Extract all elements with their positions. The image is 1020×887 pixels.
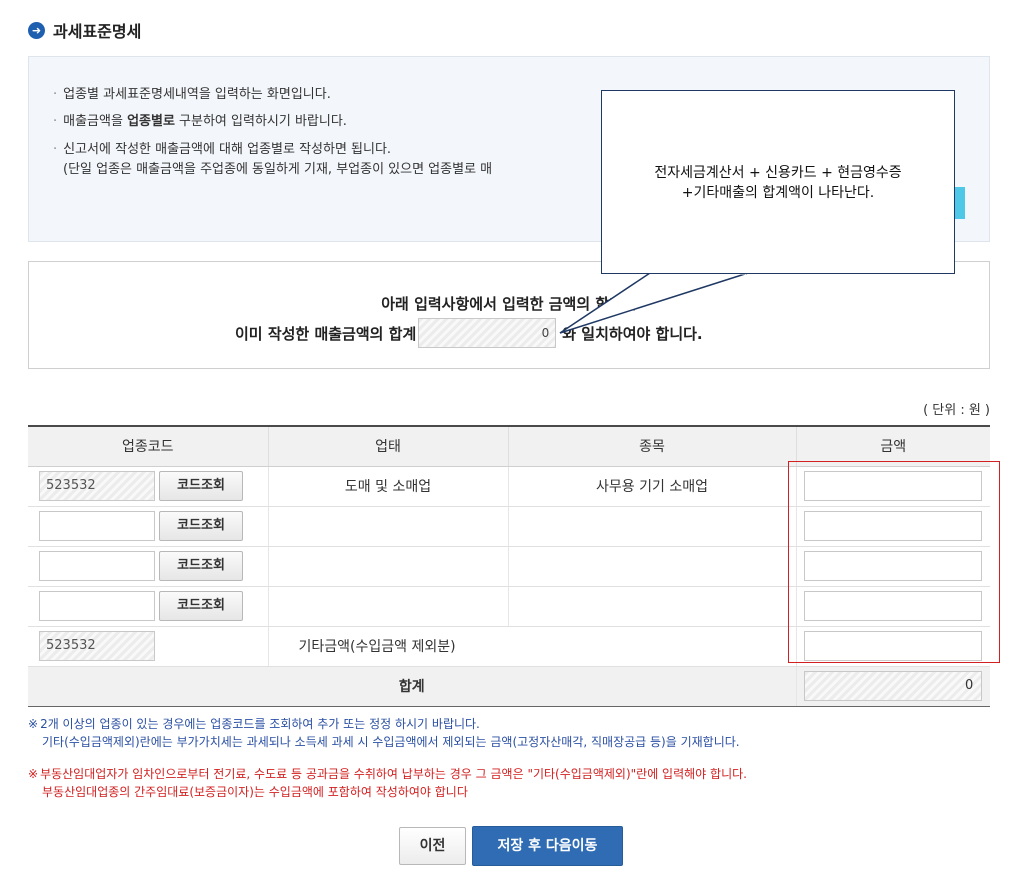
callout-text: 전자세금계산서 + 신용카드 + 현금영수증 +기타매출의 합계액이 나타난다. [654,165,902,201]
callout-annotation: 전자세금계산서 + 신용카드 + 현금영수증 +기타매출의 합계액이 나타난다. [601,90,955,274]
